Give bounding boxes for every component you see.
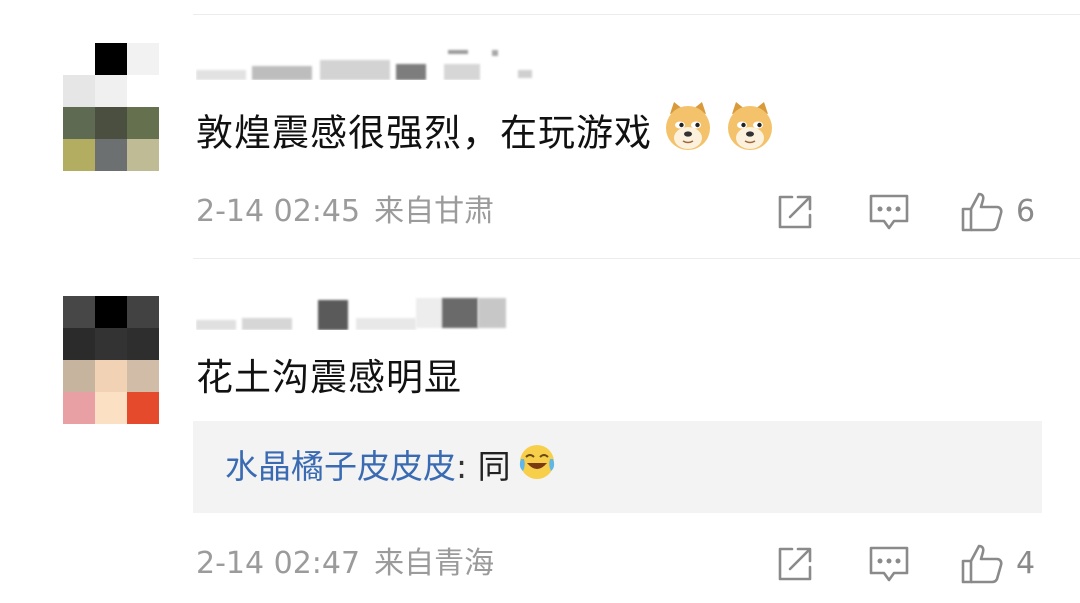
like-button[interactable]: 6: [960, 191, 1035, 233]
comment-list: 敦煌震感很强烈，在玩游戏 2-14 02:45 来自甘肃 6 花土沟震感明显 水…: [0, 0, 1080, 603]
thumbs-up-icon: [961, 192, 1003, 232]
location: 来自青海: [374, 546, 495, 581]
divider: [193, 14, 1080, 15]
reply-preview[interactable]: 水晶橘子皮皮皮: 同: [193, 421, 1042, 513]
like-count: 6: [1016, 194, 1036, 229]
comment-meta: 2-14 02:47 来自青海: [196, 546, 494, 582]
share-icon: [778, 547, 812, 581]
like-count: 4: [1016, 546, 1036, 581]
username[interactable]: [196, 46, 536, 80]
laugh-cry-emoji-icon: [517, 441, 557, 490]
share-icon: [778, 195, 812, 229]
share-button[interactable]: [776, 193, 814, 231]
comment-icon: [869, 546, 909, 582]
avatar[interactable]: [63, 296, 159, 424]
comment-meta: 2-14 02:45 来自甘肃: [196, 194, 494, 230]
location: 来自甘肃: [374, 194, 495, 229]
comment-button[interactable]: [868, 193, 910, 233]
like-button[interactable]: 4: [960, 543, 1035, 585]
share-button[interactable]: [776, 545, 814, 583]
timestamp: 2-14 02:45: [196, 194, 361, 229]
divider: [193, 258, 1080, 259]
doge-emoji-icon: [724, 100, 776, 162]
comment-icon: [869, 194, 909, 230]
reply-separator: :: [456, 447, 468, 486]
reply-line: 水晶橘子皮皮皮: 同: [225, 445, 557, 490]
comment-text: 敦煌震感很强烈，在玩游戏: [196, 102, 776, 162]
comment-text: 花土沟震感明显: [196, 356, 462, 400]
doge-emoji-icon: [662, 100, 714, 162]
thumbs-up-icon: [961, 544, 1003, 584]
reply-username[interactable]: 水晶橘子皮皮皮: [225, 447, 456, 486]
username[interactable]: [196, 296, 536, 330]
comment-body: 花土沟震感明显: [196, 356, 462, 399]
comment-button[interactable]: [868, 545, 910, 585]
timestamp: 2-14 02:47: [196, 546, 361, 581]
comment-body: 敦煌震感很强烈，在玩游戏: [196, 111, 652, 155]
reply-text: 同: [477, 447, 511, 486]
avatar[interactable]: [63, 43, 159, 171]
